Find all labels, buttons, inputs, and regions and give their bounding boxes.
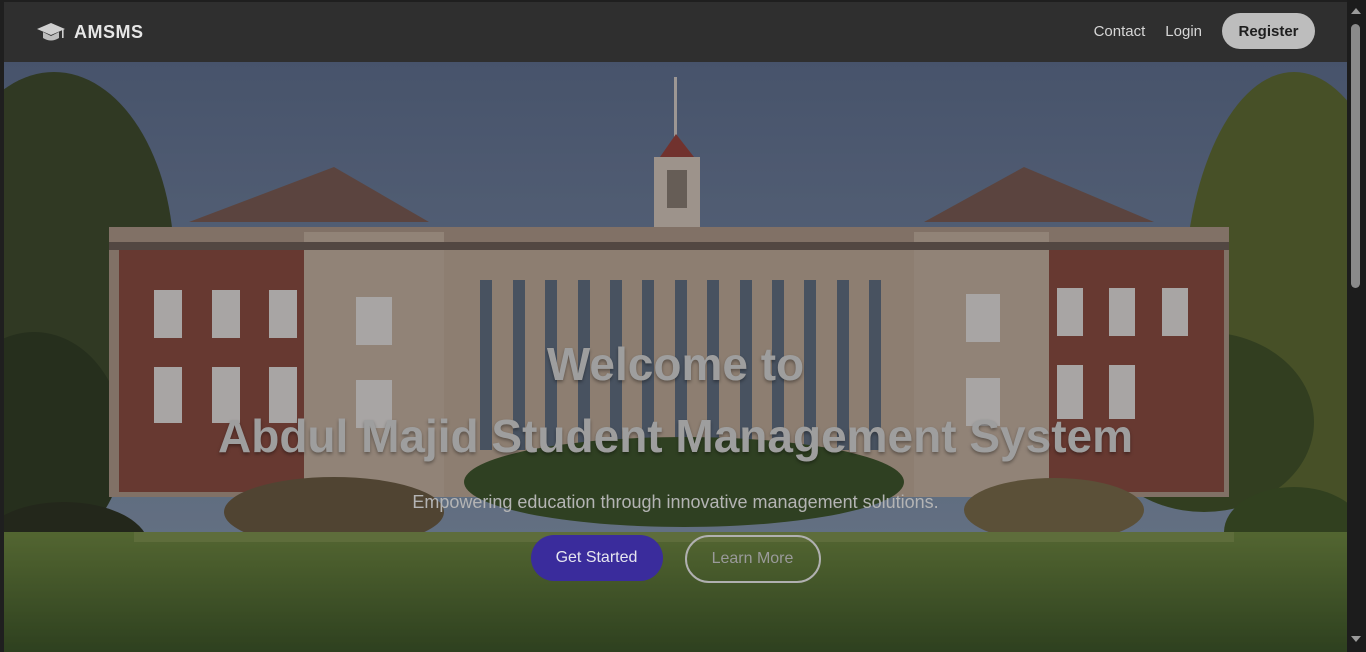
learn-more-button[interactable]: Learn More (684, 535, 821, 583)
hero-actions: Get Started Learn More (4, 535, 1347, 583)
nav-link-contact[interactable]: Contact (1094, 23, 1146, 40)
top-navbar: AMSMS Contact Login Register (4, 2, 1347, 62)
get-started-button[interactable]: Get Started (530, 535, 663, 581)
scroll-up-arrow-icon[interactable] (1351, 8, 1361, 14)
brand-name: AMSMS (74, 21, 144, 42)
hero-subtitle: Empowering education through innovative … (412, 492, 939, 512)
register-button[interactable]: Register (1222, 13, 1315, 49)
hero-section: Welcome to Abdul Majid Student Managemen… (4, 62, 1347, 652)
scroll-thumb[interactable] (1351, 24, 1360, 288)
brand-logo[interactable]: AMSMS (36, 20, 144, 44)
browser-viewport: AMSMS Contact Login Register Welcome to … (4, 2, 1347, 652)
nav-link-login[interactable]: Login (1165, 23, 1202, 40)
nav-links: Contact Login Register (1094, 13, 1315, 49)
scroll-down-arrow-icon[interactable] (1351, 636, 1361, 642)
hero-title-line1: Welcome to (546, 338, 805, 390)
hero-title-line2: Abdul Majid Student Management System (218, 410, 1133, 462)
graduation-cap-icon (37, 23, 65, 41)
page-scrollbar[interactable] (1347, 0, 1366, 652)
hero-content: Welcome to Abdul Majid Student Managemen… (4, 62, 1347, 652)
